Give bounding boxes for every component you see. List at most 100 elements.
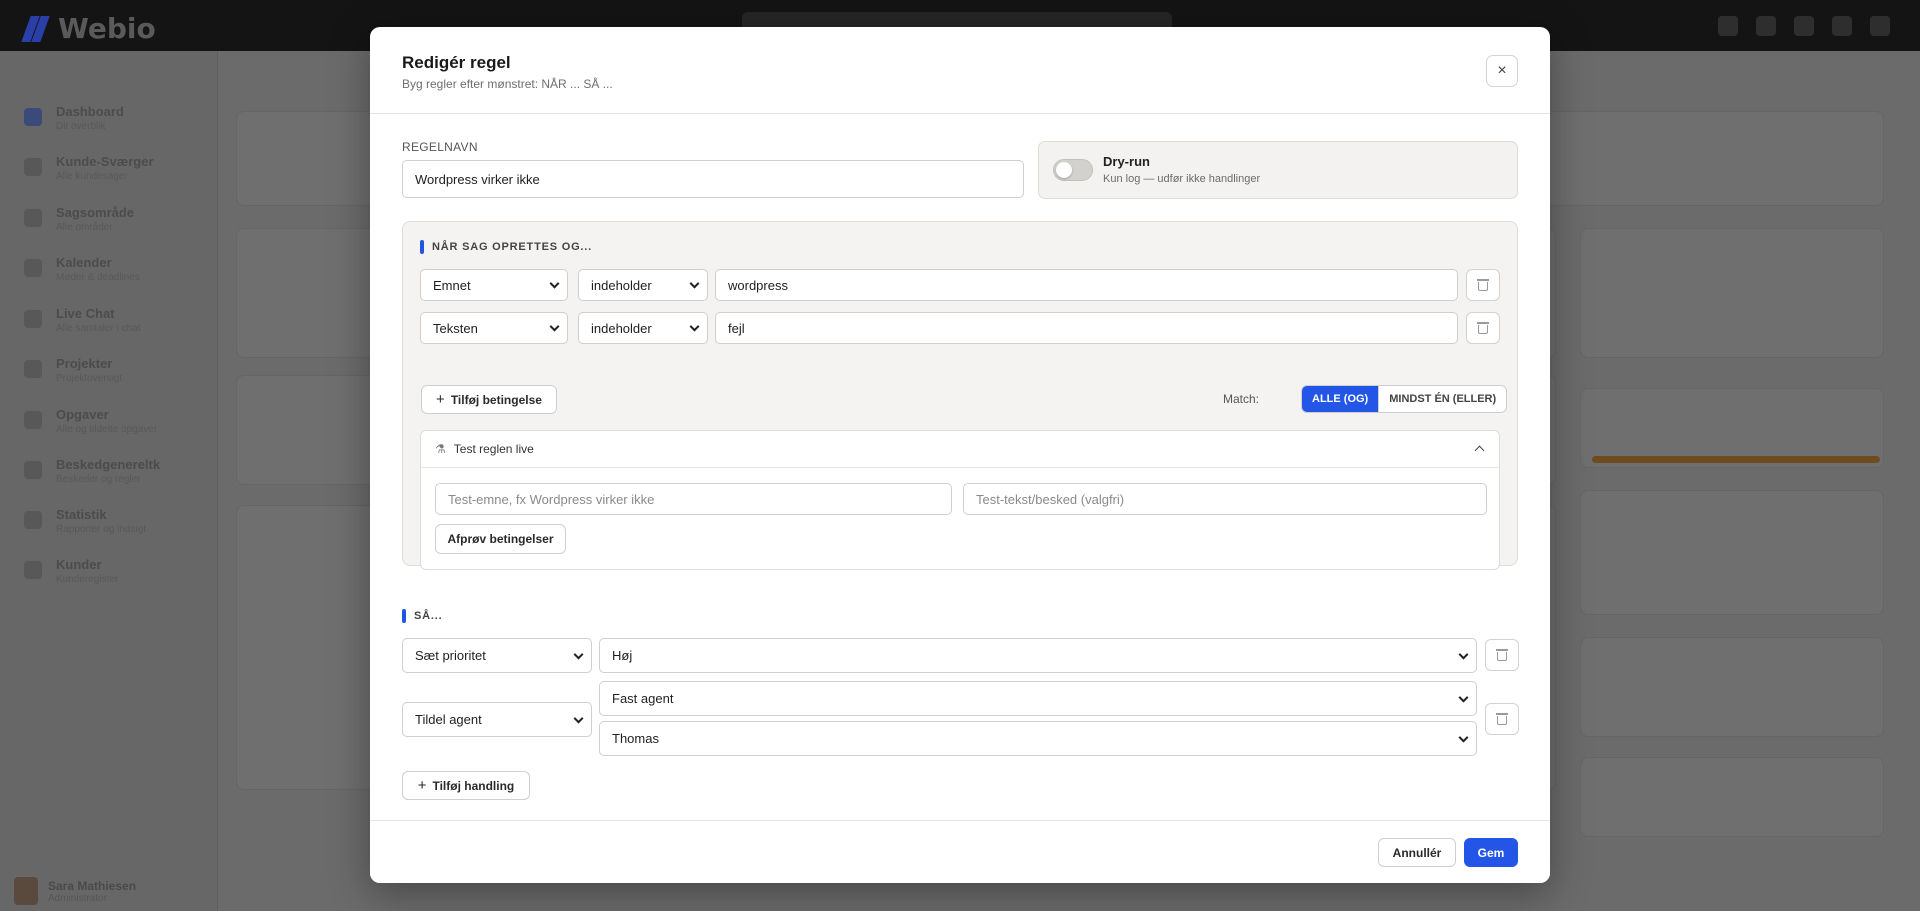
match-all-option[interactable]: ALLE (OG) (1302, 386, 1379, 412)
user-role: Administrator (48, 892, 107, 904)
dryrun-subtitle: Kun log — udfør ikke handlinger (1103, 173, 1261, 185)
sidebar-item-customers: Kunder Kunderegister (24, 557, 118, 585)
chevron-down-icon (1458, 649, 1469, 660)
search-icon (1718, 16, 1738, 36)
live-test-title: Test reglen live (453, 442, 534, 456)
edit-rule-modal: Redigér regel Byg regler efter mønstret:… (370, 27, 1550, 883)
button-label: Annullér (1392, 845, 1442, 860)
action-type-select[interactable]: Sæt prioritet (402, 638, 592, 673)
nav-sub: Alle samtaler i chat (56, 323, 141, 334)
avatar (14, 877, 38, 905)
brand-logo: Webio (21, 12, 156, 45)
accent-bar (420, 240, 424, 254)
close-button[interactable]: × (1486, 55, 1518, 87)
sidebar-item-projects: Projekter Projektoversigt (24, 356, 122, 384)
chevron-down-icon (573, 713, 584, 724)
chat-icon (24, 310, 42, 328)
priority-select[interactable]: Høj (599, 638, 1477, 673)
select-value: indeholder (591, 320, 652, 336)
modal-title: Redigér regel (402, 53, 511, 72)
sidebar-item-dashboard: Dashboard Dit overblik (24, 104, 124, 132)
condition-operator-select[interactable]: indeholder (578, 269, 708, 301)
nav-title: Kunde-Sværger (56, 154, 154, 169)
add-action-button[interactable]: + Tilføj handling (402, 771, 530, 800)
sidebar-item-live-chat: Live Chat Alle samtaler i chat (24, 306, 140, 334)
condition-value-input[interactable]: wordpress (715, 269, 1458, 301)
nav-title: Sagsområde (56, 205, 135, 220)
add-condition-button[interactable]: + Tilføj betingelse (421, 385, 557, 414)
delete-condition-button[interactable] (1466, 269, 1500, 301)
chevron-down-icon (1458, 732, 1469, 743)
rule-name-input[interactable]: Wordpress virker ikke (402, 160, 1024, 198)
select-value: Sæt prioritet (415, 648, 486, 663)
condition-field-select[interactable]: Teksten (420, 312, 568, 344)
select-value: Emnet (433, 277, 471, 293)
delete-condition-button[interactable] (1466, 312, 1500, 344)
select-value: Tildel agent (415, 712, 482, 727)
nav-title: Kunder (56, 557, 102, 572)
user-name: Sara Mathiesen (48, 878, 137, 893)
agent-select[interactable]: Thomas (599, 721, 1477, 756)
trash-icon (1477, 279, 1489, 291)
nav-sub: Beskeder og regler (56, 474, 141, 485)
nav-title: Beskedgenereltk (56, 457, 161, 472)
mail-icon (1832, 16, 1852, 36)
plus-icon: + (436, 391, 445, 408)
statistics-icon (24, 511, 42, 529)
select-value: indeholder (591, 277, 652, 293)
close-icon: × (1497, 62, 1507, 79)
areas-icon (24, 209, 42, 227)
quick-actions-card (1580, 228, 1884, 358)
chevron-down-icon (689, 321, 700, 332)
chevron-down-icon (689, 278, 700, 289)
dryrun-toggle[interactable] (1053, 159, 1093, 181)
modal-header: Redigér regel Byg regler efter mønstret:… (370, 27, 1550, 114)
condition-field-select[interactable]: Emnet (420, 269, 568, 301)
flask-icon: ⚗ (435, 442, 446, 456)
sidebar-item-tasks: Opgaver Alle og tildelte opgaver (24, 407, 157, 435)
nav-sub: Projektoversigt (56, 373, 123, 384)
cases-icon (24, 158, 42, 176)
dashboard-icon (24, 108, 42, 126)
delete-action-button[interactable] (1485, 703, 1519, 735)
projects-icon (24, 360, 42, 378)
test-subject-input[interactable] (435, 483, 952, 515)
condition-value-input[interactable]: fejl (715, 312, 1458, 344)
match-label: Match: (1223, 392, 1260, 406)
condition-operator-select[interactable]: indeholder (578, 312, 708, 344)
select-value: Fast agent (612, 691, 674, 706)
help-icon (1756, 16, 1776, 36)
test-text-input[interactable] (963, 483, 1487, 515)
action-type-select[interactable]: Tildel agent (402, 702, 592, 737)
sidebar: Dashboard Dit overblik Kunde-Sværger Alle … (0, 51, 218, 911)
tasks-icon (24, 411, 42, 429)
nav-title: Live Chat (56, 306, 115, 321)
conditions-title: Når sag oprettes og... (432, 241, 593, 253)
calendar-icon (24, 259, 42, 277)
cancel-button[interactable]: Annullér (1378, 838, 1456, 867)
nav-sub: Rapporter og indsigt (56, 524, 147, 535)
select-value: Høj (612, 648, 633, 663)
agent-mode-select[interactable]: Fast agent (599, 681, 1477, 716)
run-test-button[interactable]: Afprøv betingelser (435, 524, 566, 554)
projects-card (1580, 757, 1884, 837)
nav-title: Dashboard (56, 104, 124, 119)
sidebar-item-areas: Sagsområde Alle områder (24, 205, 134, 233)
chats-card (1580, 637, 1884, 737)
dryrun-panel: Dry-run Kun log — udfør ikke handlinger (1038, 141, 1518, 199)
progress-bar (1592, 456, 1880, 463)
brand-name: Webio (58, 12, 156, 45)
user-profile: Sara Mathiesen Administrator (14, 877, 136, 905)
match-any-option[interactable]: MINDST ÉN (ELLER) (1378, 386, 1506, 412)
save-button[interactable]: Gem (1464, 838, 1518, 867)
nav-sub: Møder & deadlines (56, 272, 140, 283)
delete-action-button[interactable] (1485, 639, 1519, 671)
live-test-header[interactable]: ⚗ Test reglen live (421, 431, 1499, 468)
chevron-up-icon (1474, 445, 1485, 456)
chevron-down-icon (549, 278, 560, 289)
button-label: Afprøv betingelser (447, 532, 554, 546)
messages-icon (24, 461, 42, 479)
nav-sub: Kunderegister (56, 574, 119, 585)
logo-mark-icon (21, 15, 52, 42)
nav-sub: Dit overblik (56, 121, 106, 132)
